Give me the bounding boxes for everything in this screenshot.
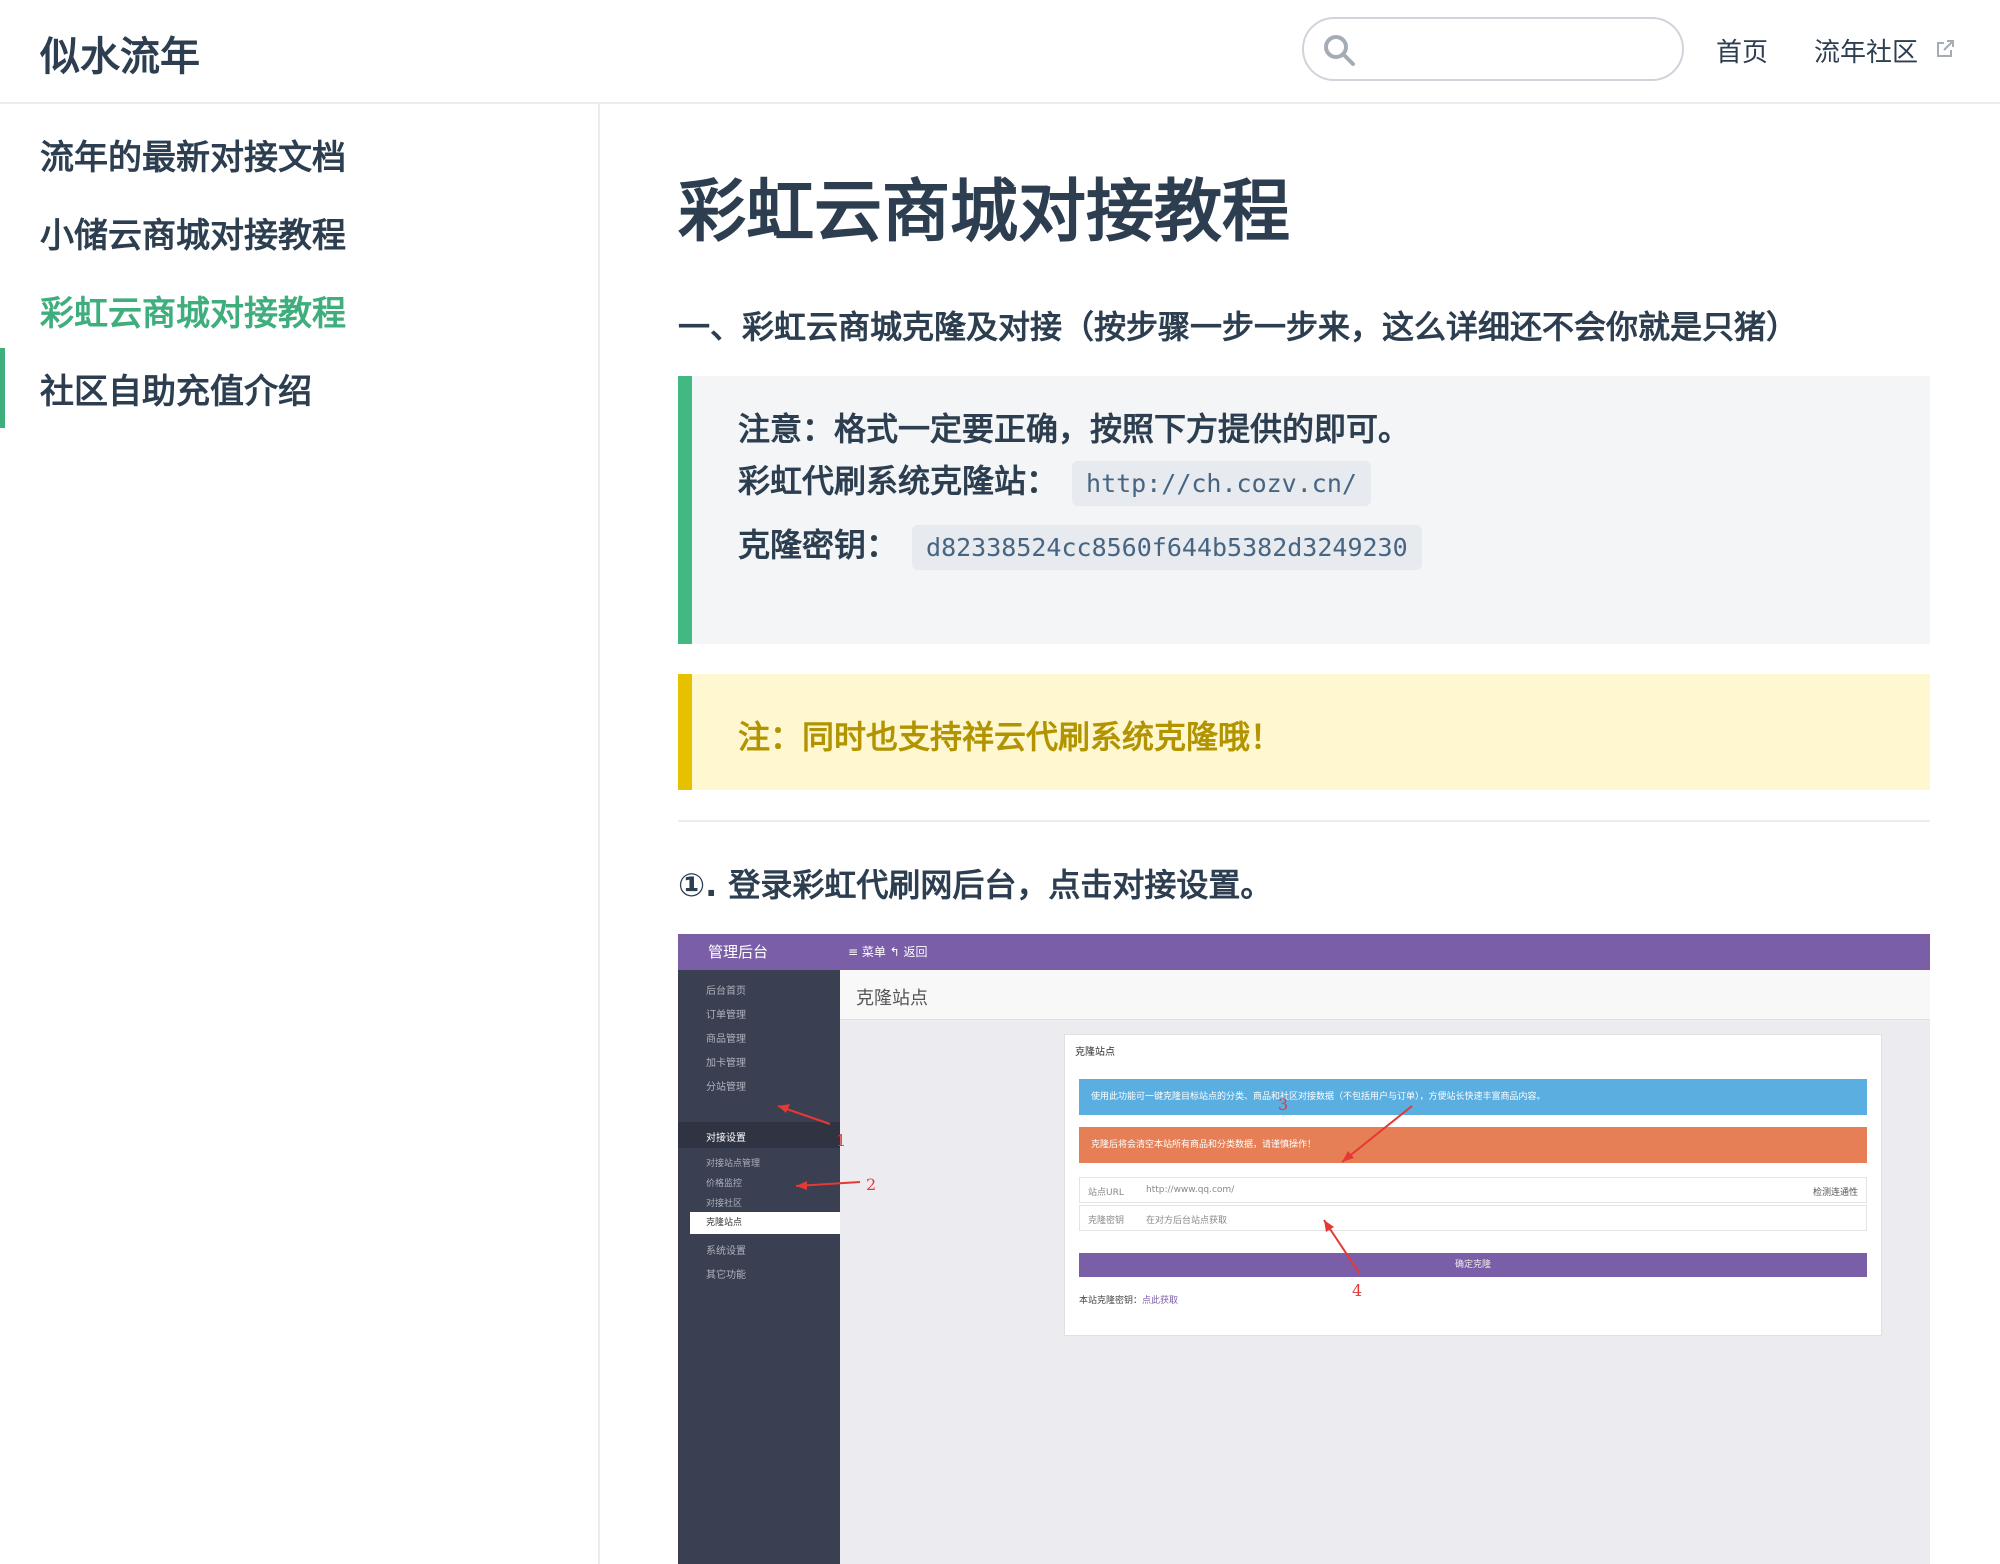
tip-block: 注意：格式一定要正确，按照下方提供的即可。 彩虹代刷系统克隆站： http://c…	[678, 376, 1930, 644]
divider	[678, 820, 1930, 822]
search-box[interactable]	[1302, 17, 1684, 81]
sidebar-active-indicator	[0, 348, 5, 428]
clone-key-line: 克隆密钥： d82338524cc8560f644b5382d3249230	[738, 520, 1422, 570]
sidebar-item-xiaochu-tutorial[interactable]: 小储云商城对接教程	[40, 208, 346, 257]
arrowhead-4	[1324, 1220, 1334, 1232]
annotation-4: 4	[1352, 1281, 1362, 1300]
clone-site-label: 彩虹代刷系统克隆站：	[738, 462, 1059, 500]
sidebar: 流年的最新对接文档 小储云商城对接教程 彩虹云商城对接教程 社区自助充值介绍	[0, 104, 600, 1564]
external-link-icon	[1937, 40, 1954, 57]
warning-block: 注：同时也支持祥云代刷系统克隆哦！	[678, 674, 1930, 790]
clone-key-value[interactable]: d82338524cc8560f644b5382d3249230	[912, 524, 1422, 570]
search-icon	[1324, 35, 1355, 66]
annotation-arrows: 1 2 3 4	[777, 1095, 1413, 1300]
sidebar-item-caihong-tutorial[interactable]: 彩虹云商城对接教程	[40, 286, 346, 335]
tip-note: 注意：格式一定要正确，按照下方提供的即可。	[738, 410, 1411, 448]
sidebar-item-recharge-intro[interactable]: 社区自助充值介绍	[40, 364, 312, 413]
nav-link-community[interactable]: 流年社区	[1814, 32, 1918, 69]
arrow-3	[1341, 1105, 1413, 1163]
warning-text: 注：同时也支持祥云代刷系统克隆哦！	[738, 718, 1283, 756]
sidebar-item-latest-docs[interactable]: 流年的最新对接文档	[40, 130, 346, 179]
step-1-text: ①. 登录彩虹代刷网后台，点击对接设置。	[678, 866, 1273, 904]
arrowhead-2	[796, 1181, 807, 1190]
clone-key-label: 克隆密钥：	[738, 526, 899, 564]
annotation-3: 3	[1278, 1095, 1288, 1114]
section-heading: 一、彩虹云商城克隆及对接（按步骤一步一步来，这么详细还不会你就是只猪）	[678, 308, 1799, 346]
navbar: 似水流年 首页 流年社区	[0, 0, 2000, 104]
site-name[interactable]: 似水流年	[40, 24, 200, 82]
annotation-2: 2	[866, 1175, 876, 1194]
page-title: 彩虹云商城对接教程	[678, 173, 1291, 252]
tutorial-screenshot: 管理后台 ≡ 菜单 ↰ 返回 后台首页 订单管理 商品管理 加卡管理 分站管理 …	[678, 934, 1930, 1564]
clone-site-line: 彩虹代刷系统克隆站： http://ch.cozv.cn/	[738, 456, 1371, 506]
search-input[interactable]	[1364, 29, 1664, 69]
clone-site-url[interactable]: http://ch.cozv.cn/	[1072, 460, 1371, 506]
annotation-1: 1	[836, 1131, 846, 1150]
nav-link-home[interactable]: 首页	[1716, 32, 1768, 69]
